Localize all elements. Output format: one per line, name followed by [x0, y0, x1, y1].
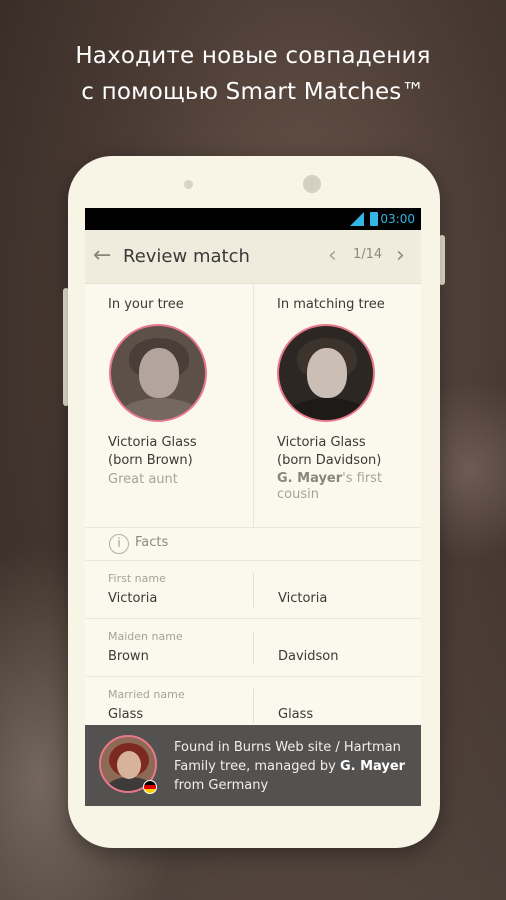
- your-tree-photo[interactable]: [109, 324, 207, 422]
- fact-value-yours: Brown: [108, 649, 149, 664]
- fact-label: Maiden name: [108, 630, 183, 643]
- manager-name: G. Mayer: [339, 759, 406, 774]
- row-divider: [253, 689, 254, 723]
- fact-value-matching: Victoria: [278, 591, 328, 606]
- column-divider: [253, 284, 254, 528]
- fact-label: First name: [108, 572, 166, 585]
- headline-line-1: Находите новые совпадения: [75, 43, 431, 69]
- matching-tree-person-name[interactable]: Victoria Glass (born Davidson): [277, 434, 417, 470]
- arrow-left-icon[interactable]: ←: [93, 245, 115, 268]
- source-description: Found in Burns Web site / Hartman Family…: [174, 740, 406, 793]
- your-tree-heading: In your tree: [108, 297, 184, 312]
- phone-sensor: [184, 180, 193, 189]
- your-tree-relation: Great aunt: [108, 472, 178, 487]
- fact-value-matching: Davidson: [278, 649, 339, 664]
- your-tree-person-name[interactable]: Victoria Glass (born Brown): [108, 434, 248, 470]
- phone-screen: 03:00 ← Review match ‹ 1/14 › In your tr…: [85, 208, 421, 806]
- match-counter: 1/14: [353, 247, 383, 262]
- fact-row-first-name: First name Victoria Victoria: [85, 561, 421, 619]
- fact-value-matching: Glass: [278, 707, 314, 722]
- match-comparison: In your tree Victoria Glass (born Brown)…: [85, 284, 421, 528]
- status-time: 03:00: [380, 212, 415, 226]
- relation-owner: G. Mayer: [277, 471, 343, 486]
- signal-icon: [350, 212, 364, 226]
- chevron-right-icon[interactable]: ›: [396, 244, 405, 268]
- app-bar: ← Review match ‹ 1/14 ›: [85, 230, 421, 284]
- fact-row-maiden-name: Maiden name Brown Davidson: [85, 619, 421, 677]
- promo-headline: Находите новые совпадения с помощью Smar…: [0, 38, 506, 110]
- info-icon: i: [109, 534, 129, 554]
- page-title: Review match: [123, 246, 250, 267]
- source-info-bar[interactable]: Found in Burns Web site / Hartman Family…: [85, 725, 421, 806]
- status-bar: 03:00: [85, 208, 421, 230]
- fact-label: Married name: [108, 688, 185, 701]
- chevron-left-icon[interactable]: ‹: [328, 244, 337, 268]
- matching-tree-relation: G. Mayer's first cousin: [277, 471, 383, 502]
- fact-value-yours: Victoria: [108, 591, 158, 606]
- facts-header: i Facts: [85, 528, 421, 561]
- row-divider: [253, 631, 254, 665]
- matching-tree-photo[interactable]: [277, 324, 375, 422]
- fact-value-yours: Glass: [108, 707, 144, 722]
- germany-flag-icon: [143, 780, 157, 794]
- headline-line-2: с помощью Smart Matches™: [81, 79, 425, 105]
- phone-camera: [303, 175, 321, 193]
- facts-heading: Facts: [135, 535, 169, 550]
- matching-tree-heading: In matching tree: [277, 297, 385, 312]
- battery-icon: [370, 212, 378, 226]
- row-divider: [253, 573, 254, 607]
